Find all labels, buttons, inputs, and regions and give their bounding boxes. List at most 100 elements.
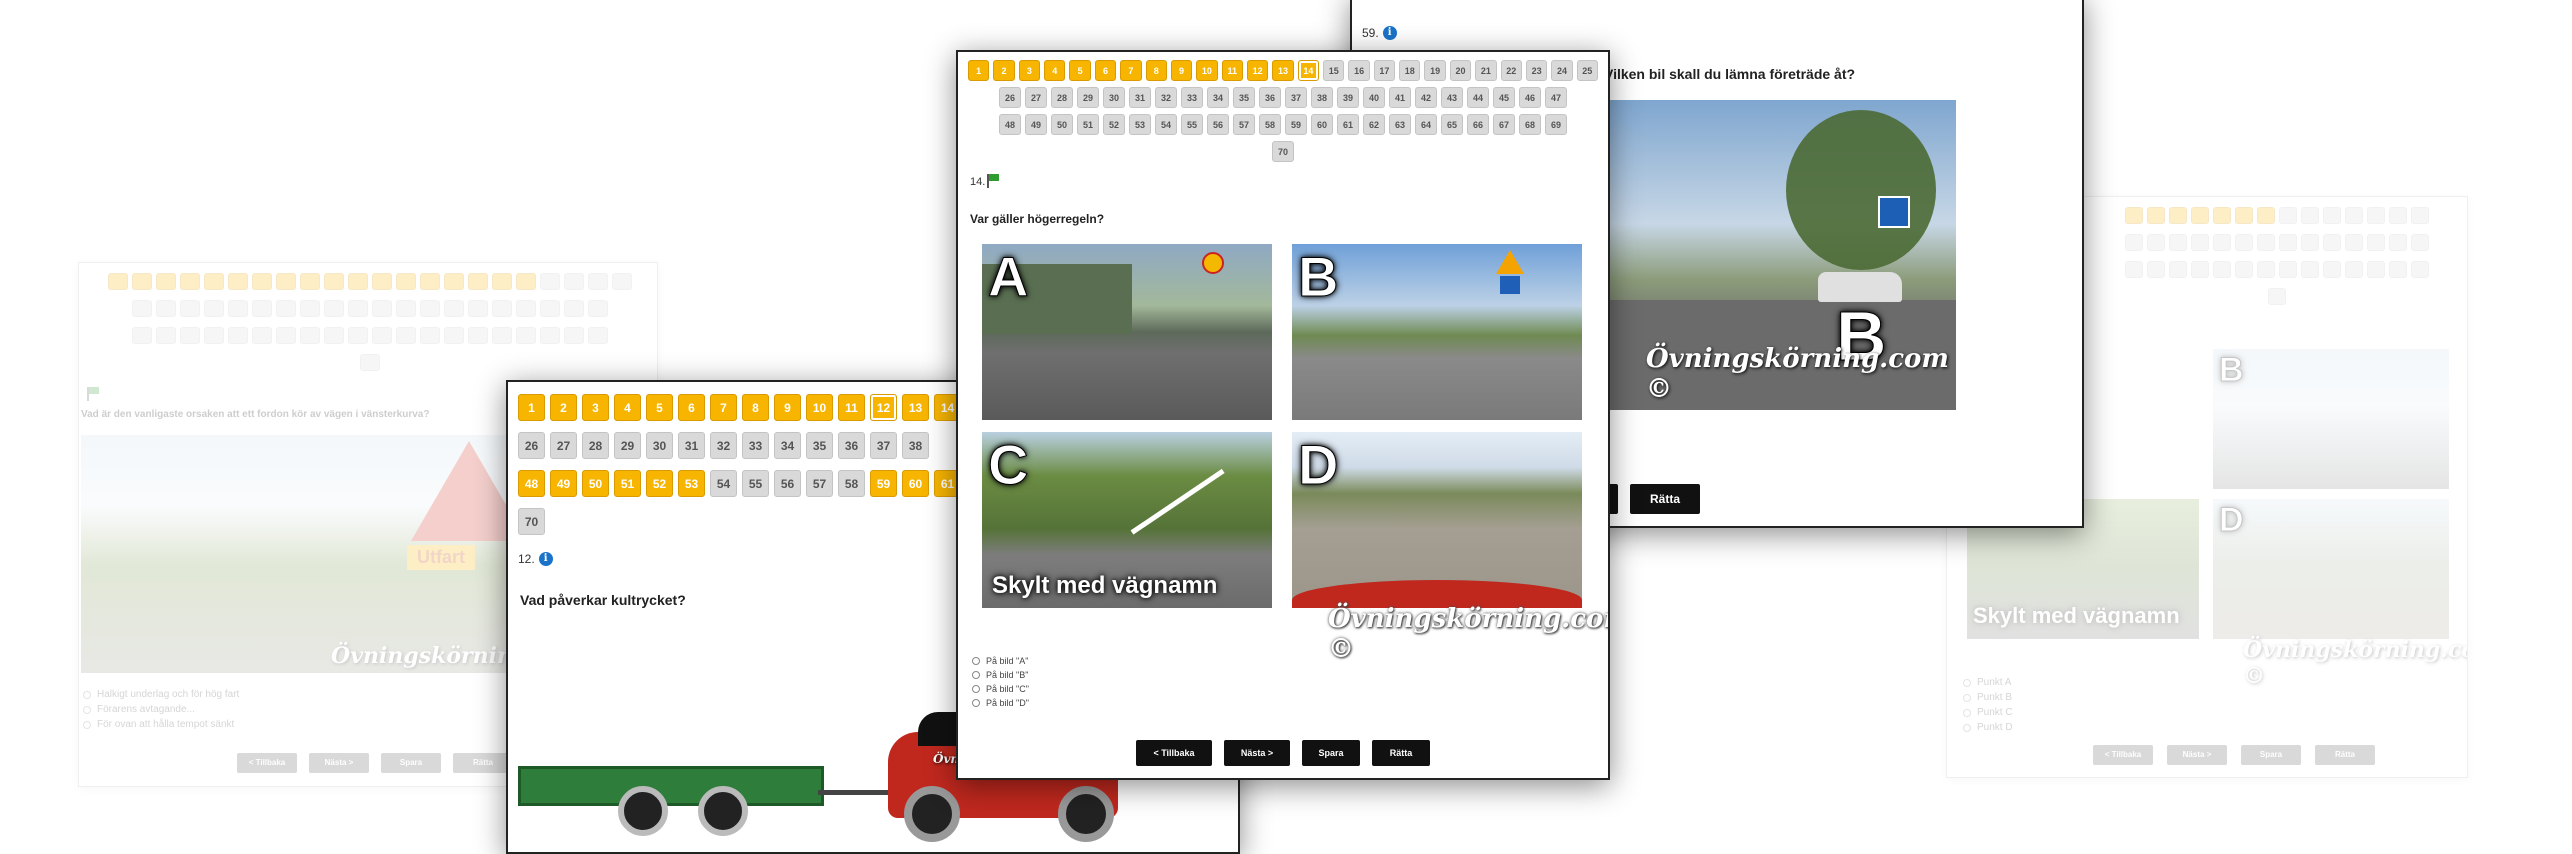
question-number-button[interactable]: 9 — [774, 394, 801, 421]
question-number-button[interactable] — [2147, 234, 2165, 251]
answer-option[interactable]: Punkt C — [1963, 707, 2013, 718]
question-number-button[interactable]: 50 — [582, 470, 609, 497]
nav-button[interactable]: Rätta — [2315, 745, 2375, 765]
question-number-button[interactable] — [300, 327, 320, 344]
question-number-button[interactable] — [2257, 207, 2275, 224]
question-number-button[interactable]: 7 — [1120, 60, 1142, 81]
question-number-button[interactable]: 24 — [1551, 60, 1573, 81]
question-number-button[interactable] — [276, 327, 296, 344]
answer-image-c[interactable]: C Skylt med vägnamn — [982, 432, 1272, 608]
question-number-button[interactable]: 6 — [678, 394, 705, 421]
question-number-button[interactable] — [2147, 207, 2165, 224]
answer-option[interactable]: På bild "B" — [972, 670, 1029, 680]
question-number-button[interactable]: 46 — [1519, 87, 1541, 108]
question-number-button[interactable]: 54 — [710, 470, 737, 497]
question-number-button[interactable]: 10 — [1196, 60, 1218, 81]
radio-icon[interactable] — [1963, 723, 1971, 732]
question-number-button[interactable]: 52 — [646, 470, 673, 497]
question-number-button[interactable] — [180, 273, 200, 290]
question-number-button[interactable] — [372, 300, 392, 317]
question-number-button[interactable]: 35 — [806, 432, 833, 459]
question-number-button[interactable]: 38 — [902, 432, 929, 459]
question-number-button[interactable]: 57 — [1233, 114, 1255, 135]
question-number-button[interactable] — [132, 273, 152, 290]
question-number-button[interactable] — [300, 300, 320, 317]
question-number-button[interactable] — [2389, 207, 2407, 224]
question-number-button[interactable] — [108, 273, 128, 290]
question-number-button[interactable]: 21 — [1475, 60, 1497, 81]
question-number-button[interactable]: 40 — [1363, 87, 1385, 108]
question-number-button[interactable]: 59 — [870, 470, 897, 497]
question-number-button[interactable] — [252, 273, 272, 290]
question-number-button[interactable]: 29 — [1077, 87, 1099, 108]
question-number-button[interactable]: 22 — [1500, 60, 1522, 81]
question-number-button[interactable]: 37 — [870, 432, 897, 459]
question-number-button[interactable]: 36 — [1259, 87, 1281, 108]
question-number-button[interactable] — [396, 327, 416, 344]
question-number-button[interactable] — [588, 327, 608, 344]
question-number-button[interactable] — [300, 273, 320, 290]
question-number-button[interactable] — [468, 273, 488, 290]
question-number-button[interactable]: 55 — [742, 470, 769, 497]
question-number-button[interactable]: 14 — [1297, 60, 1320, 81]
question-number-button[interactable] — [2125, 207, 2143, 224]
question-number-button[interactable]: 58 — [838, 470, 865, 497]
question-number-button[interactable] — [2213, 261, 2231, 278]
question-number-button[interactable]: 45 — [1493, 87, 1515, 108]
question-number-button[interactable] — [2268, 288, 2286, 305]
nav-button[interactable]: Spara — [381, 753, 441, 773]
question-number-button[interactable]: 2 — [550, 394, 577, 421]
question-number-button[interactable]: 4 — [614, 394, 641, 421]
radio-icon[interactable] — [83, 705, 91, 714]
question-number-button[interactable]: 32 — [710, 432, 737, 459]
nav-button[interactable]: < Tillbaka — [237, 753, 297, 773]
question-number-button[interactable] — [228, 300, 248, 317]
question-number-button[interactable] — [2301, 261, 2319, 278]
question-number-button[interactable] — [2389, 234, 2407, 251]
question-number-button[interactable]: 28 — [1051, 87, 1073, 108]
question-number-button[interactable] — [2257, 234, 2275, 251]
question-number-button[interactable]: 16 — [1348, 60, 1370, 81]
question-number-button[interactable] — [2191, 207, 2209, 224]
question-number-button[interactable] — [2301, 234, 2319, 251]
question-number-button[interactable]: 31 — [1129, 87, 1151, 108]
question-number-button[interactable] — [2389, 261, 2407, 278]
question-number-button[interactable]: 48 — [518, 470, 545, 497]
radio-icon[interactable] — [83, 690, 91, 699]
question-number-button[interactable] — [276, 273, 296, 290]
question-number-button[interactable]: 39 — [1337, 87, 1359, 108]
question-number-button[interactable] — [204, 327, 224, 344]
answer-option[interactable]: Punkt D — [1963, 722, 2013, 733]
question-number-button[interactable] — [2169, 261, 2187, 278]
question-number-button[interactable] — [324, 327, 344, 344]
question-number-button[interactable] — [228, 327, 248, 344]
answer-image-b[interactable]: B — [1292, 244, 1582, 420]
question-number-button[interactable]: 51 — [1077, 114, 1099, 135]
question-number-button[interactable]: 49 — [1025, 114, 1047, 135]
question-number-button[interactable]: 59 — [1285, 114, 1307, 135]
question-number-button[interactable] — [348, 300, 368, 317]
question-number-button[interactable] — [2411, 261, 2429, 278]
question-number-button[interactable] — [2279, 261, 2297, 278]
question-number-button[interactable] — [372, 273, 392, 290]
question-number-button[interactable]: 3 — [1018, 60, 1041, 81]
question-number-button[interactable] — [2169, 234, 2187, 251]
question-number-button[interactable] — [2323, 261, 2341, 278]
question-number-button[interactable]: 5 — [1069, 60, 1091, 81]
radio-icon[interactable] — [972, 657, 980, 665]
question-number-button[interactable] — [2323, 234, 2341, 251]
question-number-button[interactable] — [540, 300, 560, 317]
question-number-button[interactable] — [204, 300, 224, 317]
question-number-button[interactable]: 56 — [1207, 114, 1229, 135]
radio-icon[interactable] — [1963, 693, 1971, 702]
radio-icon[interactable] — [972, 699, 980, 707]
question-number-button[interactable] — [2125, 234, 2143, 251]
question-number-button[interactable]: 36 — [838, 432, 865, 459]
question-number-button[interactable] — [2411, 207, 2429, 224]
question-number-button[interactable]: 38 — [1311, 87, 1333, 108]
question-number-button[interactable]: 12 — [870, 394, 897, 421]
question-number-button[interactable]: 60 — [902, 470, 929, 497]
question-number-button[interactable]: 53 — [1129, 114, 1151, 135]
question-number-button[interactable] — [516, 273, 536, 290]
question-number-button[interactable]: 27 — [550, 432, 577, 459]
